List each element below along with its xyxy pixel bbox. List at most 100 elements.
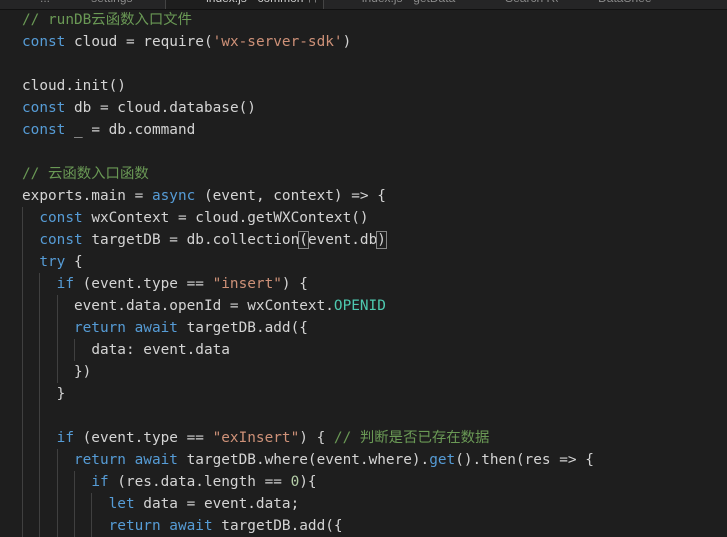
- code-token: (event.type ==: [73, 430, 213, 446]
- code-token: (event, context) => {: [195, 188, 386, 204]
- indent-guide: [74, 493, 76, 515]
- indent-guide: [56, 493, 58, 515]
- code-token: cloud.init(): [22, 78, 126, 94]
- code-token: "exInsert": [212, 430, 300, 446]
- code-line: try {: [0, 251, 727, 273]
- indent-guide: [22, 339, 23, 361]
- code-editor[interactable]: // runDB云函数入口文件 const cloud = require('wx…: [0, 9, 727, 537]
- indent-guide: [39, 471, 41, 493]
- code-token: 0: [290, 474, 300, 490]
- code-line: }: [0, 383, 727, 405]
- code-line: // runDB云函数入口文件: [0, 9, 727, 31]
- indent-guide: [74, 515, 76, 537]
- indent-guide: [22, 405, 23, 427]
- code-token: ().then(res => {: [455, 452, 594, 468]
- code-token: const: [22, 100, 66, 116]
- indent-guide: [22, 383, 23, 405]
- code-token: async: [151, 188, 196, 204]
- code-token: "insert": [212, 276, 282, 292]
- editor-tab[interactable]: Search Result: [465, 0, 558, 9]
- code-token: let: [108, 496, 135, 512]
- indent-guide: [22, 493, 23, 515]
- indent-guide: [22, 251, 23, 273]
- code-token: get: [429, 452, 456, 468]
- code-line: // 云函数入口函数: [0, 163, 727, 185]
- code-token: return: [73, 320, 126, 336]
- code-token: ) {: [281, 276, 308, 292]
- editor-tab[interactable]: settings: [51, 0, 165, 9]
- code-token: data: event.data: [91, 342, 230, 358]
- indent-guide: [91, 515, 93, 537]
- code-token: await: [134, 320, 178, 336]
- code-token: targetDB = db.collection: [82, 232, 300, 248]
- indent-guide: [22, 515, 23, 537]
- indent-guide: [39, 493, 41, 515]
- editor-tab[interactable]: DataSheet: [558, 0, 651, 9]
- code-line: return await targetDB.add({: [0, 515, 727, 537]
- indent-guide: [39, 295, 41, 317]
- code-token: targetDB.where(event.where).: [177, 452, 430, 468]
- code-token: (event.type ==: [73, 276, 213, 292]
- code-line: exports.main = async (event, context) =>…: [0, 185, 727, 207]
- indent-guide: [39, 449, 41, 471]
- code-token: const: [22, 122, 66, 138]
- code-token: targetDB.add({: [212, 518, 343, 534]
- code-token: _ = db.command: [65, 122, 196, 138]
- indent-guide: [22, 427, 23, 449]
- tab-label: Search Result: [505, 0, 558, 5]
- indent-guide: [39, 427, 41, 449]
- tab-label: settings: [91, 0, 132, 5]
- code-token: cloud = require(: [65, 34, 213, 50]
- code-line: const db = cloud.database(): [0, 97, 727, 119]
- indent-guide: [56, 449, 58, 471]
- code-line: return await targetDB.add({: [0, 317, 727, 339]
- code-line: data: event.data: [0, 339, 727, 361]
- code-token: return: [108, 518, 161, 534]
- code-token: }: [56, 386, 66, 402]
- code-token: // runDB云函数入口文件: [22, 12, 193, 28]
- indent-guide: [56, 515, 58, 537]
- code-token: (res.data.length ==: [108, 474, 291, 490]
- code-token: {: [65, 254, 83, 270]
- indent-guide: [56, 361, 58, 383]
- code-line: cloud.init(): [0, 75, 727, 97]
- indent-guide: [22, 295, 23, 317]
- editor-tab[interactable]: ...index: [0, 0, 50, 9]
- tab-label: DataSheet: [598, 0, 651, 5]
- indent-guide: [22, 229, 23, 251]
- indent-guide: [22, 449, 23, 471]
- tab-label: ...index: [40, 0, 50, 5]
- code-token: ): [342, 34, 352, 50]
- code-line: }): [0, 361, 727, 383]
- code-token: return: [73, 452, 126, 468]
- editor-tab[interactable]: index.js - common ↑↑: [165, 0, 324, 9]
- code-token: wxContext = cloud.getWXContext(): [82, 210, 369, 226]
- code-line: const wxContext = cloud.getWXContext(): [0, 207, 727, 229]
- indent-guide: [22, 361, 23, 383]
- editor-tab[interactable]: index.js - getData: [322, 0, 462, 9]
- indent-guide: [56, 471, 58, 493]
- code-token: await: [134, 452, 178, 468]
- indent-guide: [39, 339, 41, 361]
- tab-label: index.js - common ↑↑: [206, 0, 319, 5]
- code-token: const: [39, 210, 83, 226]
- indent-guide: [39, 273, 41, 295]
- code-token: 'wx-server-sdk': [212, 34, 343, 50]
- indent-guide: [22, 471, 23, 493]
- indent-guide: [22, 273, 23, 295]
- indent-guide: [56, 317, 58, 339]
- code-token: // 判断是否已存在数据: [333, 430, 490, 446]
- indent-guide: [39, 383, 41, 405]
- code-line: if (res.data.length == 0){: [0, 471, 727, 493]
- code-token: await: [169, 518, 213, 534]
- code-token: ): [376, 231, 387, 249]
- code-token: // 云函数入口函数: [22, 166, 149, 182]
- code-token: exports.main =: [22, 188, 152, 204]
- indent-guide: [91, 493, 93, 515]
- code-token: if: [91, 474, 109, 490]
